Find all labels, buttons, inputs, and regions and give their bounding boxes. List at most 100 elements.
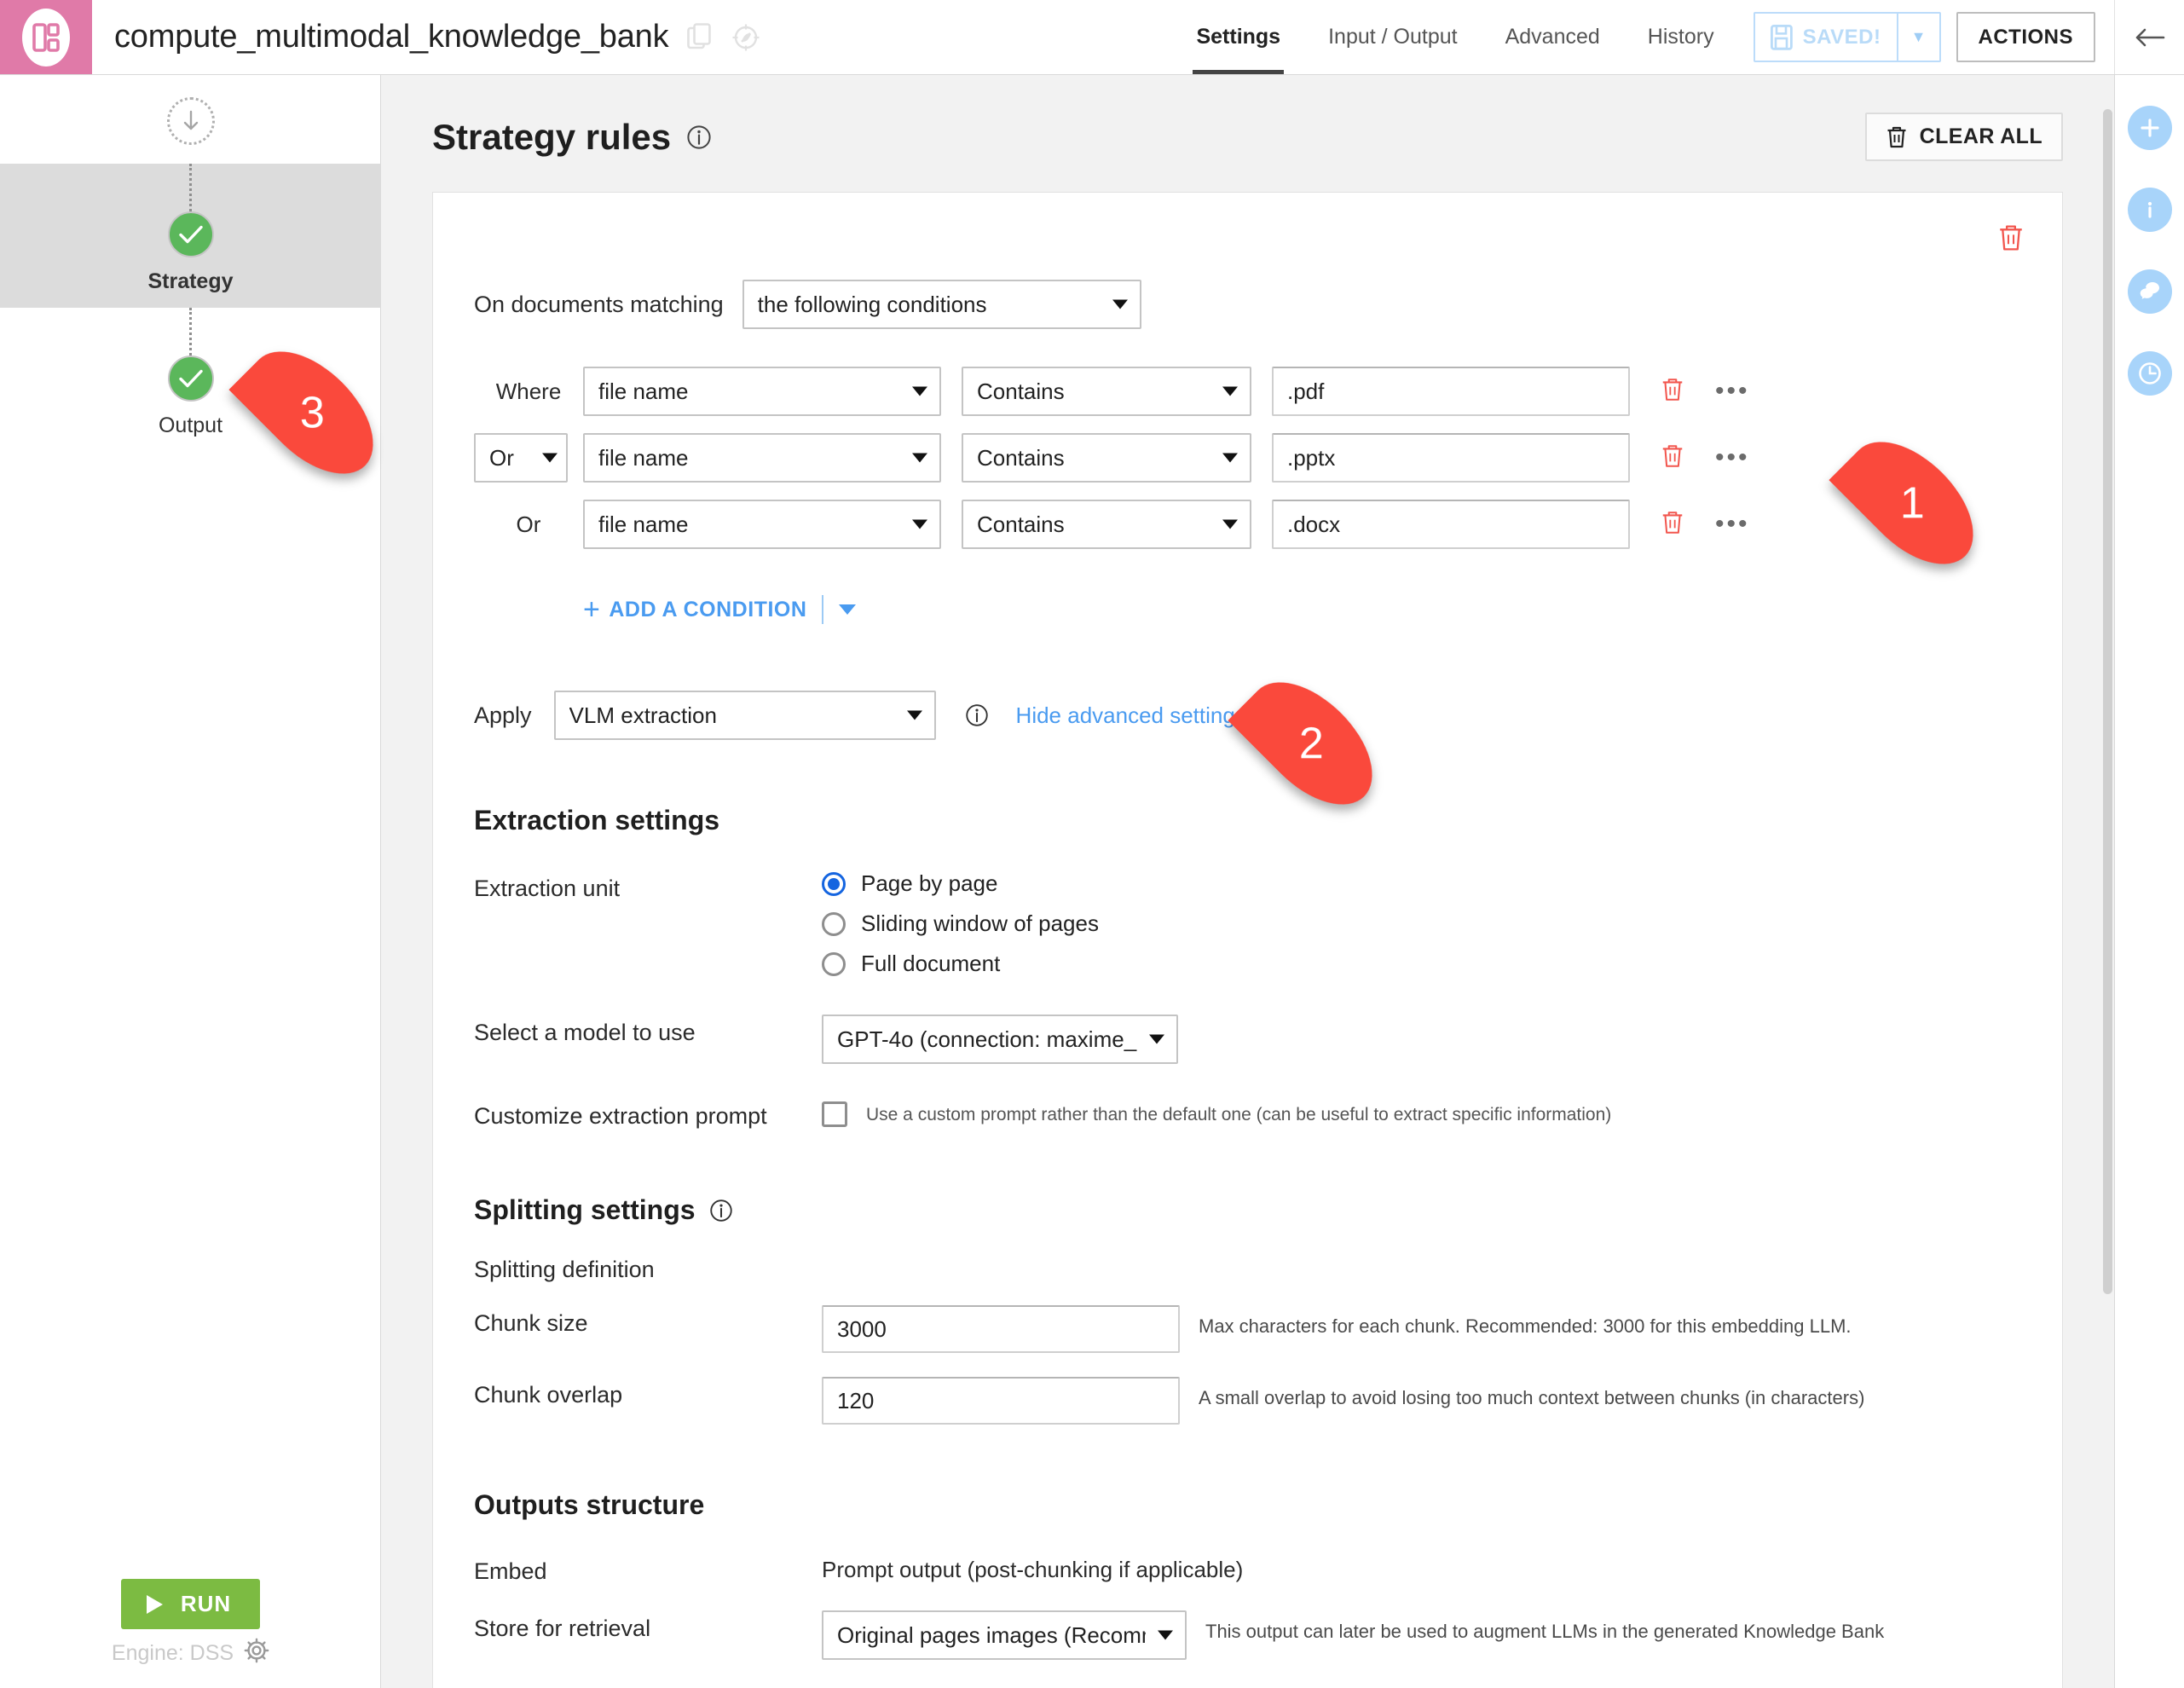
apply-processor-select[interactable]: VLM extraction	[553, 691, 936, 740]
add-condition-label: ADD A CONDITION	[609, 597, 807, 621]
info-icon[interactable]	[709, 1199, 733, 1223]
delete-condition-button[interactable]	[1661, 510, 1684, 540]
tab-input-output[interactable]: Input / Output	[1304, 0, 1482, 74]
condition-field-select[interactable]: file name	[583, 433, 941, 483]
documents-matching-label: On documents matching	[474, 291, 724, 317]
chevron-down-icon[interactable]	[839, 604, 857, 615]
saved-button-group: SAVED! ▼	[1753, 12, 1941, 62]
model-label: Select a model to use	[474, 1020, 696, 1045]
run-button-label: RUN	[180, 1591, 232, 1616]
info-icon[interactable]	[965, 703, 989, 727]
plus-icon[interactable]	[2127, 106, 2172, 150]
main-scrollbar-track[interactable]	[2100, 75, 2114, 1688]
condition-value-input[interactable]	[1272, 367, 1630, 416]
flow-node-input[interactable]	[0, 97, 381, 164]
chunk-size-input[interactable]	[822, 1305, 1180, 1353]
trash-icon	[1887, 126, 1906, 147]
customize-prompt-hint: Use a custom prompt rather than the defa…	[866, 1105, 1612, 1124]
condition-row: Or file name Contains	[474, 433, 2021, 483]
splitting-settings-heading: Splitting settings	[474, 1194, 2021, 1226]
flow-connector	[189, 308, 192, 356]
strategy-rules-title: Strategy rules	[432, 116, 672, 157]
condition-more-options-icon[interactable]: •••	[1715, 445, 1750, 471]
save-button[interactable]: SAVED!	[1755, 14, 1897, 61]
engine-info: Engine: DSS	[0, 1638, 381, 1669]
strategy-rule-card: On documents matching the following cond…	[432, 192, 2063, 1688]
compass-icon[interactable]	[731, 23, 760, 52]
condition-field-select[interactable]: file name	[583, 367, 941, 416]
save-dropdown-caret-icon[interactable]: ▼	[1896, 14, 1939, 61]
condition-value-input[interactable]	[1272, 433, 1630, 483]
extraction-settings-heading: Extraction settings	[474, 805, 720, 835]
radio-icon	[822, 911, 846, 936]
flow-sidebar: Strategy Output RUN Engine: DSS	[0, 75, 381, 1688]
store-for-retrieval-select[interactable]: Original pages images (Recomme	[822, 1610, 1187, 1660]
add-condition-button[interactable]: + ADD A CONDITION	[583, 595, 857, 624]
chunk-overlap-row: Chunk overlap A small overlap to avoid l…	[474, 1377, 2021, 1425]
delete-condition-button[interactable]	[1661, 377, 1684, 407]
run-button[interactable]: RUN	[120, 1579, 261, 1629]
hide-advanced-settings-link[interactable]: Hide advanced settings	[1016, 702, 1246, 729]
tab-advanced[interactable]: Advanced	[1482, 0, 1624, 74]
condition-operator-select[interactable]: Contains	[962, 500, 1251, 549]
back-arrow-icon[interactable]	[2114, 0, 2184, 74]
info-icon[interactable]	[2127, 188, 2172, 232]
extraction-unit-row: Extraction unit Page by page Sliding win…	[474, 870, 2021, 977]
main-nav: Settings Input / Output Advanced History…	[1172, 0, 2184, 74]
save-button-label: SAVED!	[1802, 25, 1881, 49]
embed-label: Embed	[474, 1558, 547, 1584]
documents-matching-row: On documents matching the following cond…	[474, 280, 2021, 329]
main-panel: Strategy rules CLEAR ALL On documents ma…	[381, 75, 2114, 1688]
chat-icon[interactable]	[2127, 269, 2172, 314]
chunk-overlap-input[interactable]	[822, 1377, 1180, 1425]
app-logo	[0, 0, 92, 74]
condition-value-input[interactable]	[1272, 500, 1630, 549]
clock-icon[interactable]	[2127, 351, 2172, 396]
condition-more-options-icon[interactable]: •••	[1715, 379, 1750, 404]
model-select[interactable]: GPT-4o (connection: maxime_ope	[822, 1015, 1178, 1064]
condition-row: Where file name Contains .pdf •••	[474, 367, 2021, 416]
splitting-definition-label: Splitting definition	[474, 1257, 655, 1282]
tab-history[interactable]: History	[1624, 0, 1738, 74]
info-icon[interactable]	[686, 124, 712, 150]
clear-all-button[interactable]: CLEAR ALL	[1864, 113, 2063, 161]
run-zone: RUN Engine: DSS	[0, 1579, 381, 1669]
chevron-down-icon	[912, 453, 927, 463]
condition-more-options-icon[interactable]: •••	[1715, 512, 1750, 537]
chevron-down-icon	[1222, 519, 1238, 529]
customize-prompt-label: Customize extraction prompt	[474, 1103, 767, 1129]
chevron-down-icon	[912, 519, 927, 529]
tab-settings[interactable]: Settings	[1172, 0, 1304, 74]
condition-field-select[interactable]: file name	[583, 500, 941, 549]
condition-row: Or file name Contains	[474, 500, 2021, 549]
top-bar: compute_multimodal_knowledge_bank Settin…	[0, 0, 2184, 75]
documents-matching-select[interactable]: the following conditions	[742, 280, 1141, 329]
play-icon	[146, 1594, 163, 1614]
page-title: compute_multimodal_knowledge_bank	[114, 19, 669, 55]
embed-row: Embed Prompt output (post-chunking if ap…	[474, 1553, 2021, 1585]
condition-prefix-label: Where	[495, 378, 562, 404]
divider	[822, 595, 824, 624]
delete-condition-button[interactable]	[1661, 443, 1684, 473]
radio-sliding-window[interactable]: Sliding window of pages	[822, 910, 1099, 937]
condition-logic-select[interactable]: Or	[474, 433, 568, 483]
radio-page-by-page[interactable]: Page by page	[822, 870, 1099, 897]
radio-full-document[interactable]: Full document	[822, 951, 1099, 977]
chevron-down-icon	[1222, 453, 1238, 463]
actions-button[interactable]: ACTIONS	[1956, 12, 2095, 62]
copy-icon[interactable]	[687, 22, 713, 52]
condition-operator-select[interactable]: Contains	[962, 433, 1251, 483]
store-for-retrieval-row: Store for retrieval Original pages image…	[474, 1610, 2021, 1660]
flow-node-strategy[interactable]: Strategy	[0, 164, 381, 308]
main-scrollbar-thumb[interactable]	[2103, 109, 2112, 1294]
splitting-definition-row: Splitting definition	[474, 1252, 2021, 1283]
chevron-down-icon	[1112, 299, 1128, 309]
delete-rule-button[interactable]	[1997, 223, 2025, 257]
right-icon-rail	[2114, 75, 2184, 1688]
app-root: compute_multimodal_knowledge_bank Settin…	[0, 0, 2184, 1688]
title-zone: compute_multimodal_knowledge_bank	[92, 0, 760, 74]
chunk-overlap-hint: A small overlap to avoid losing too much…	[1199, 1387, 1865, 1408]
gear-icon[interactable]	[244, 1638, 269, 1669]
condition-operator-select[interactable]: Contains	[962, 367, 1251, 416]
customize-prompt-checkbox[interactable]	[822, 1101, 847, 1127]
